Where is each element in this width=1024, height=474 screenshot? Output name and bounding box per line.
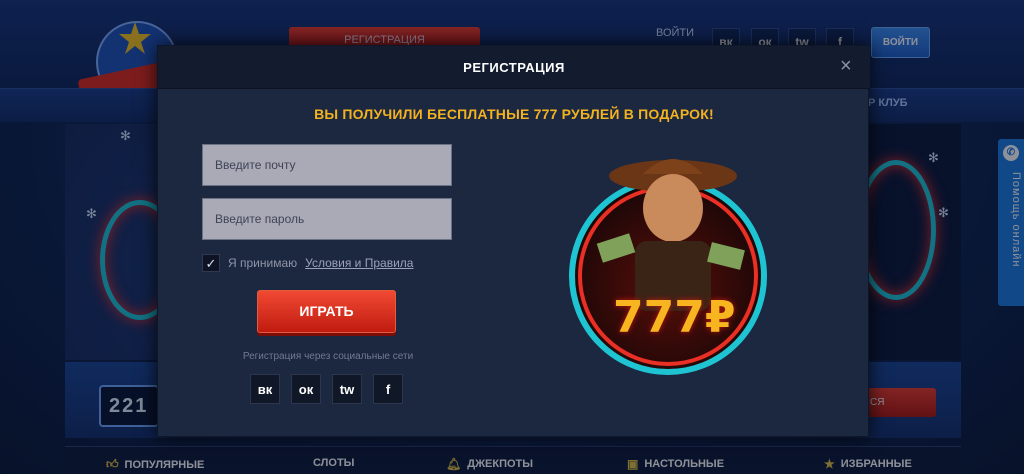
agree-checkbox[interactable]: ✓: [202, 254, 220, 272]
vk-icon[interactable]: вк: [250, 374, 280, 404]
twitter-icon[interactable]: tw: [332, 374, 362, 404]
modal-title: РЕГИСТРАЦИЯ: [463, 60, 565, 75]
registration-modal: РЕГИСТРАЦИЯ × ВЫ ПОЛУЧИЛИ БЕСПЛАТНЫЕ 777…: [157, 45, 870, 437]
password-field[interactable]: [202, 198, 452, 240]
ok-icon[interactable]: ок: [291, 374, 321, 404]
close-icon[interactable]: ×: [840, 56, 852, 76]
email-field[interactable]: [202, 144, 452, 186]
agree-label: Я принимаю: [228, 256, 298, 270]
terms-link[interactable]: Условия и Правила: [305, 256, 413, 270]
facebook-icon[interactable]: f: [373, 374, 403, 404]
promo-amount: 777₽: [613, 292, 736, 343]
social-caption: Регистрация через социальные сети: [242, 351, 414, 362]
casino-page: РЕГИСТРАЦИЯ ВОЙТИ вк ок tw f ВОЙТИ Р КЛУ…: [0, 0, 1024, 474]
play-button[interactable]: ИГРАТЬ: [257, 290, 396, 333]
terms-agreement: ✓ Я принимаю Условия и Правила: [202, 254, 413, 272]
gift-message: ВЫ ПОЛУЧИЛИ БЕСПЛАТНЫЕ 777 РУБЛЕЙ В ПОДА…: [314, 106, 714, 122]
